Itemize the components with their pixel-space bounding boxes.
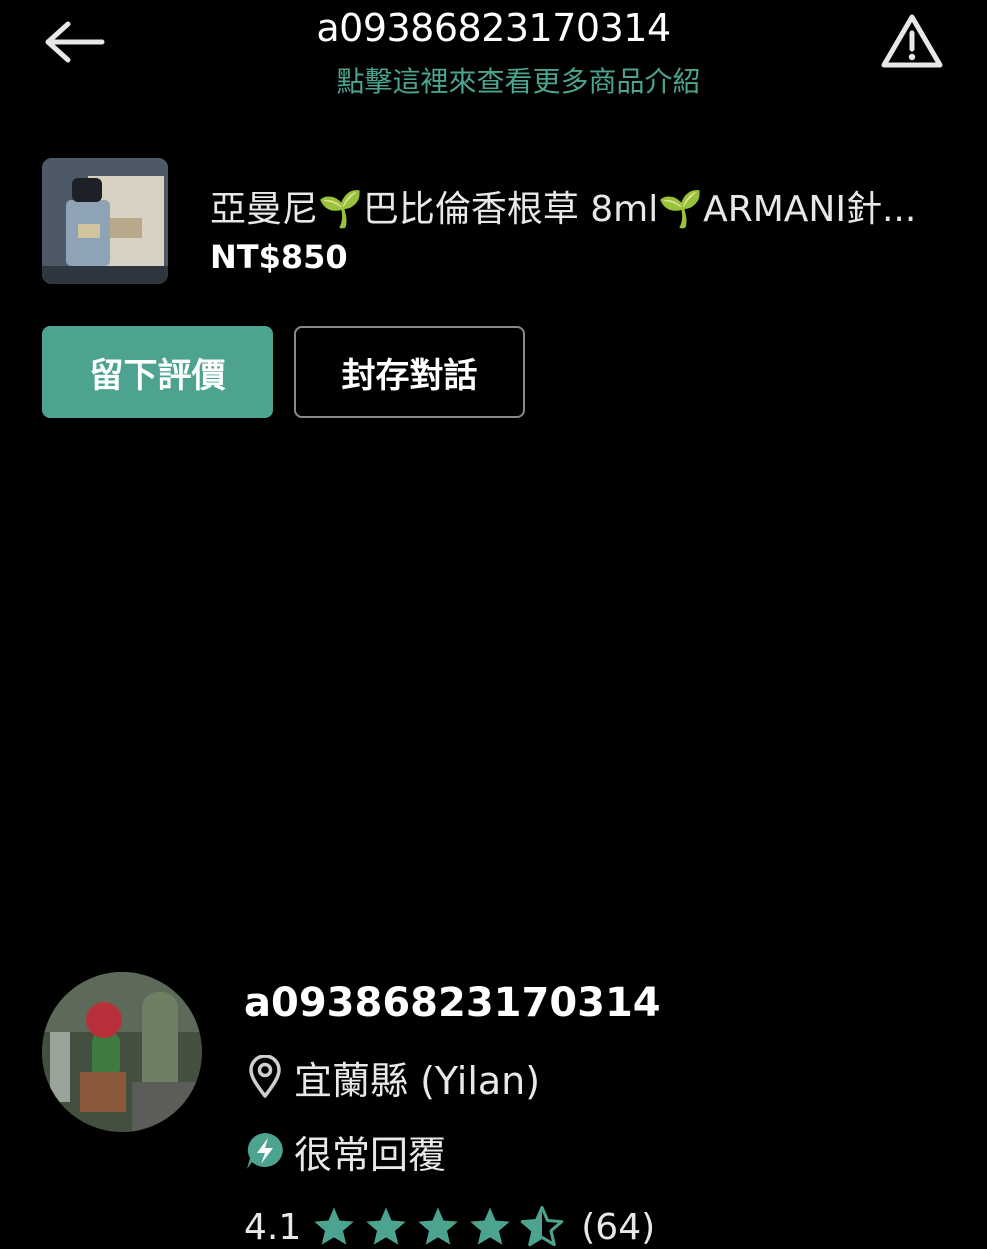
archive-chat-button[interactable]: 封存對話	[294, 326, 525, 418]
seller-location-text: 宜蘭縣 (Yilan)	[294, 1058, 541, 1103]
seller-location: 宜蘭縣 (Yilan)	[244, 1052, 541, 1103]
rating-stars	[311, 1204, 571, 1249]
perfume-bottle-image	[42, 158, 168, 284]
leave-review-button[interactable]: 留下評價	[42, 326, 273, 418]
location-pin-icon	[244, 1055, 286, 1098]
star-full-icon	[314, 1207, 355, 1245]
seller-name[interactable]: a09386823170314	[244, 980, 661, 1026]
product-price: NT$850	[210, 238, 348, 276]
chat-title: a09386823170314	[316, 6, 671, 50]
star-full-icon	[470, 1207, 511, 1245]
product-title[interactable]: 亞曼尼🌱巴比倫香根草 8ml🌱ARMANI針...	[210, 180, 987, 232]
seller-response-rate: 很常回覆	[244, 1126, 447, 1177]
rating-value: 4.1	[244, 1206, 302, 1248]
seller-rating[interactable]: 4.1 (64)	[244, 1202, 655, 1249]
star-full-icon	[366, 1207, 407, 1245]
seller-avatar[interactable]	[42, 972, 202, 1132]
view-product-link[interactable]: 點擊這裡來查看更多商品介紹	[0, 60, 987, 100]
star-half-icon	[520, 1205, 564, 1247]
cactus-photo	[42, 972, 202, 1132]
lightning-chat-icon	[244, 1130, 286, 1172]
product-thumbnail[interactable]	[42, 158, 168, 284]
seller-response-text: 很常回覆	[294, 1132, 447, 1177]
warning-triangle-icon	[881, 14, 943, 68]
chat-screen: a09386823170314 點擊這裡來查看更多商品介紹 亞曼尼🌱巴比倫香根草…	[0, 0, 987, 1249]
rating-count: (64)	[581, 1206, 656, 1248]
report-button[interactable]	[874, 10, 950, 74]
star-full-icon	[418, 1207, 459, 1245]
